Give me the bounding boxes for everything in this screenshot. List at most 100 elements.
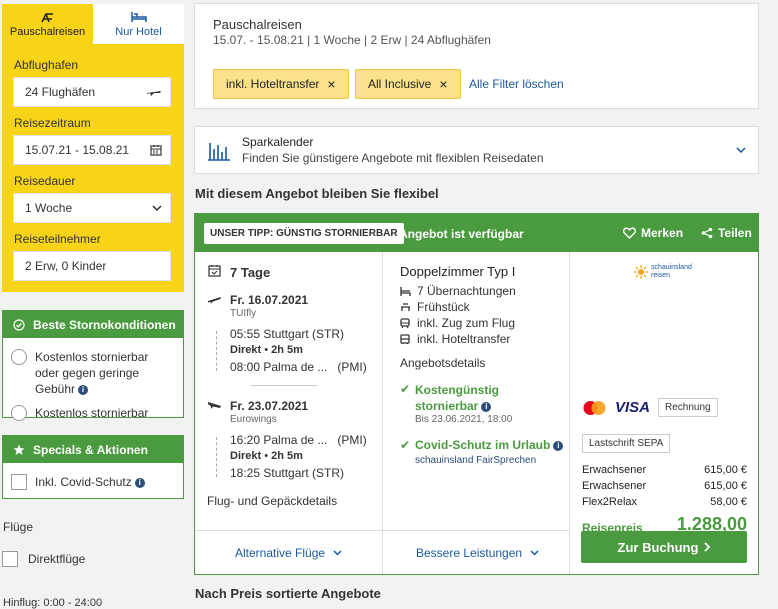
departure-place: 16:20 Palma de ... <box>230 433 328 447</box>
sparkalender-panel[interactable]: Sparkalender Finden Sie günstigere Angeb… <box>194 126 759 174</box>
storno-option-2[interactable]: Kostenlos stornierbar <box>3 405 183 421</box>
share-icon <box>701 227 713 239</box>
feature-transfer: inkl. Hoteltransfer <box>417 332 511 346</box>
specials-filter-header: Specials & Aktionen <box>3 436 183 463</box>
chevron-down-icon <box>333 550 342 556</box>
price-row-adult-1: Erwachsener 615,00 € <box>582 464 747 476</box>
save-button[interactable]: Merken <box>623 226 683 240</box>
price-label: Erwachsener <box>582 464 647 476</box>
utensils-icon <box>401 303 410 311</box>
filter-chip-hoteltransfer[interactable]: inkl. Hoteltransfer × <box>213 69 349 99</box>
search-summary: Pauschalreisen 15.07. - 15.08.21 | 1 Woc… <box>194 3 759 109</box>
divider <box>195 530 382 531</box>
covid-protection-title: Covid-Schutz im Urlaub i <box>415 438 564 452</box>
inbound-airline: Eurowings <box>230 414 277 425</box>
close-icon[interactable]: × <box>327 76 335 92</box>
travelers-field[interactable]: 2 Erw, 0 Kinder <box>13 251 171 281</box>
visa-logo: VISA <box>615 399 651 416</box>
flight-duration: 2h 5m <box>271 450 303 462</box>
cancellation-deadline: Bis 23.06.2021, 18:00 <box>415 414 513 425</box>
fluege-heading: Flüge <box>3 520 34 534</box>
storno-option-1[interactable]: Kostenlos stornierbar oder gegen geringe… <box>3 349 183 397</box>
summary-details: 15.07. - 15.08.21 | 1 Woche | 2 Erw | 24… <box>213 33 491 47</box>
inbound-departure: 16:20 Palma de ... (PMI) <box>230 433 367 447</box>
outbound-departure: 05:55 Stuttgart (STR) <box>230 327 345 341</box>
field-value: 24 Flughäfen <box>25 85 96 99</box>
summary-title: Pauschalreisen <box>213 17 302 32</box>
departure-airport-field[interactable]: 24 Flughäfen <box>13 77 171 107</box>
price-value: 615,00 € <box>704 480 747 492</box>
price-row-adult-2: Erwachsener 615,00 € <box>582 480 747 492</box>
payment-methods: VISA Rechnung <box>582 398 718 417</box>
option-label: Direktflüge <box>28 552 86 566</box>
chevron-down-icon <box>530 550 539 556</box>
check-circle-icon <box>13 318 25 331</box>
bed-icon <box>400 287 411 296</box>
chevron-down-icon <box>152 205 162 211</box>
info-icon[interactable]: i <box>78 384 89 395</box>
beach-chair-icon <box>40 12 53 22</box>
offer-card: UNSER TIPP: GÜNSTIG STORNIERBAR Angebot … <box>194 213 759 575</box>
share-label: Teilen <box>718 226 752 240</box>
mastercard-icon <box>583 400 606 415</box>
specials-option-covid[interactable]: Inkl. Covid-Schutz i <box>3 474 183 490</box>
info-icon[interactable]: i <box>134 477 145 488</box>
tab-pauschalreisen[interactable]: Pauschalreisen <box>2 4 93 44</box>
specials-filter-box: Specials & Aktionen Inkl. Covid-Schutz i <box>2 435 184 499</box>
specials-filter-title: Specials & Aktionen <box>33 442 148 457</box>
radio-button[interactable] <box>11 405 27 421</box>
flight-duration: 2h 5m <box>271 344 303 356</box>
inbound-date: Fr. 23.07.2021 <box>230 399 309 413</box>
better-services-label: Bessere Leistungen <box>416 546 523 560</box>
covid-title-text: Covid-Schutz im Urlaub <box>415 438 551 452</box>
tab-nur-hotel[interactable]: Nur Hotel <box>93 4 184 44</box>
check-icon: ✔ <box>400 438 411 452</box>
checkbox[interactable] <box>11 474 27 490</box>
offer-header: UNSER TIPP: GÜNSTIG STORNIERBAR Angebot … <box>195 214 758 252</box>
divider <box>383 530 569 531</box>
book-button[interactable]: Zur Buchung <box>581 531 747 563</box>
close-icon[interactable]: × <box>439 76 447 92</box>
arrival-place: 08:00 Palma de ... <box>230 360 328 374</box>
book-label: Zur Buchung <box>617 539 699 555</box>
cancellation-title: Kostengünstig stornierbar i <box>415 382 515 414</box>
tab-label: Nur Hotel <box>115 25 162 38</box>
storno-filter-header: Beste Stornokonditionen <box>3 311 183 338</box>
price-value: 58,00 € <box>710 496 747 508</box>
plane-icon <box>147 90 161 96</box>
chevron-down-icon[interactable] <box>736 147 746 153</box>
radio-button[interactable] <box>11 349 27 365</box>
inbound-timeline <box>216 437 217 477</box>
field-label-abflughafen: Abflughafen <box>14 58 79 72</box>
better-services-button[interactable]: Bessere Leistungen <box>416 546 539 560</box>
filter-chip-all-inclusive[interactable]: All Inclusive × <box>355 69 461 99</box>
bar-chart-icon <box>208 143 230 161</box>
direct-flights-filter[interactable]: Direktflüge <box>2 551 85 567</box>
outbound-timeline <box>216 331 217 371</box>
sorted-heading: Nach Preis sortierte Angebote <box>195 586 381 601</box>
flex-heading: Mit diesem Angebot bleiben Sie flexibel <box>195 186 439 201</box>
travel-period-field[interactable]: 15.07.21 - 15.08.21 <box>13 135 171 165</box>
field-label-reiseteilnehmer: Reiseteilnehmer <box>14 232 101 246</box>
divider <box>251 385 317 386</box>
sparkalender-title: Sparkalender <box>242 135 314 149</box>
trip-duration: 7 Tage <box>230 265 271 280</box>
checkbox[interactable] <box>2 551 18 567</box>
clear-filters-link[interactable]: Alle Filter löschen <box>469 77 564 91</box>
info-icon[interactable]: i <box>553 440 564 451</box>
price-label: Flex2Relax <box>582 496 638 508</box>
offer-details-link[interactable]: Angebotsdetails <box>400 356 485 370</box>
tab-label: Pauschalreisen <box>9 25 86 38</box>
hotel-column: Doppelzimmer Typ I 7 Übernachtungen Früh… <box>383 252 570 574</box>
outbound-arrival: 08:00 Palma de ... (PMI) <box>230 360 367 374</box>
flight-details-link[interactable]: Flug- und Gepäckdetails <box>207 494 337 508</box>
alternative-flights-button[interactable]: Alternative Flüge <box>235 546 342 560</box>
share-button[interactable]: Teilen <box>701 226 752 240</box>
travel-duration-select[interactable]: 1 Woche <box>13 193 171 223</box>
inbound-direct-info: Direkt • 2h 5m <box>230 450 303 462</box>
price-label: Erwachsener <box>582 480 647 492</box>
bed-icon <box>130 11 147 22</box>
option-label: Inkl. Covid-Schutz <box>35 475 132 489</box>
info-icon[interactable]: i <box>481 401 492 412</box>
price-row-flex: Flex2Relax 58,00 € <box>582 496 747 508</box>
